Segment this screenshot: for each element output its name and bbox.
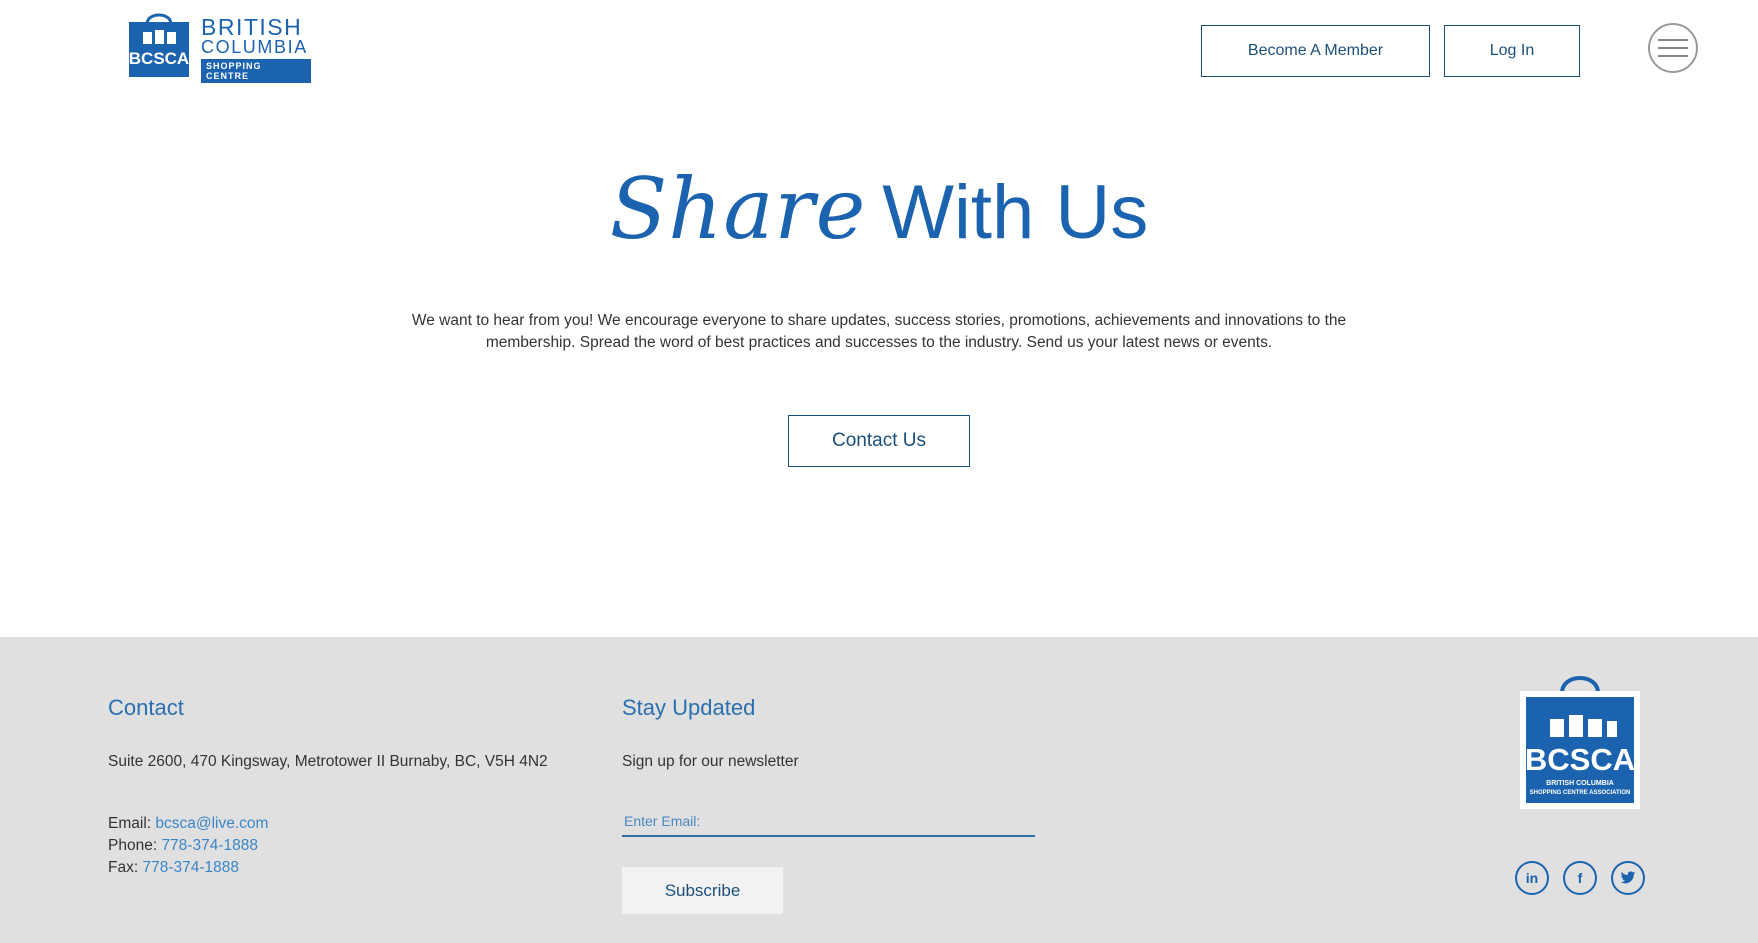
page-title: Share With Us (0, 160, 1758, 258)
logo-line-columbia: COLUMBIA (201, 37, 308, 57)
newsletter-text: Sign up for our newsletter (622, 753, 799, 770)
contact-us-button[interactable]: Contact Us (788, 415, 970, 467)
phone-label: Phone: (108, 837, 162, 854)
linkedin-icon[interactable]: in (1515, 861, 1549, 895)
phone-link[interactable]: 778-374-1888 (161, 837, 258, 854)
stay-updated-heading: Stay Updated (622, 695, 756, 720)
fax-line: Fax: 778-374-1888 (108, 857, 268, 879)
logo-line-british: BRITISH (201, 14, 303, 40)
linkedin-glyph: in (1525, 870, 1539, 886)
twitter-bird-icon (1620, 871, 1636, 884)
title-script-word: Share (609, 160, 867, 258)
hamburger-icon[interactable] (1648, 23, 1698, 73)
twitter-icon[interactable] (1611, 861, 1645, 895)
phone-line: Phone: 778-374-1888 (108, 835, 268, 857)
svg-text:SHOPPING CENTRE ASSOCIATION: SHOPPING CENTRE ASSOCIATION (1530, 790, 1631, 796)
contact-details: Email: bcsca@live.com Phone: 778-374-188… (108, 813, 268, 879)
login-button[interactable]: Log In (1444, 25, 1580, 77)
svg-text:BRITISH COLUMBIA: BRITISH COLUMBIA (1546, 780, 1614, 787)
subscribe-button[interactable]: Subscribe (622, 867, 783, 914)
logo-line-shopping-centre: SHOPPING CENTRE (201, 59, 311, 83)
menu-line (1658, 47, 1688, 49)
bcsca-badge-logo: BCSCA BRITISH COLUMBIA SHOPPING CENTRE A… (1512, 675, 1648, 811)
email-label: Email: (108, 815, 156, 832)
title-plain-words: With Us (882, 170, 1149, 255)
contact-heading: Contact (108, 695, 184, 720)
svg-text:BCSCA: BCSCA (129, 49, 189, 68)
contact-address: Suite 2600, 470 Kingsway, Metrotower II … (108, 753, 548, 770)
site-footer: Contact Suite 2600, 470 Kingsway, Metrot… (0, 637, 1758, 943)
fax-link[interactable]: 778-374-1888 (142, 859, 239, 876)
menu-line (1658, 55, 1688, 57)
email-link[interactable]: bcsca@live.com (155, 815, 268, 832)
site-logo[interactable]: BCSCA BRITISH COLUMBIA SHOPPING CENTRE (127, 10, 311, 83)
shopping-bag-logo-icon: BCSCA (127, 10, 191, 77)
newsletter-email-input[interactable] (622, 807, 1035, 837)
email-line: Email: bcsca@live.com (108, 813, 268, 835)
svg-text:BCSCA: BCSCA (1525, 742, 1635, 777)
fax-label: Fax: (108, 859, 143, 876)
site-header: BCSCA BRITISH COLUMBIA SHOPPING CENTRE B… (0, 0, 1758, 100)
menu-line (1658, 39, 1688, 41)
logo-wordmark: BRITISH COLUMBIA SHOPPING CENTRE (201, 16, 311, 84)
become-member-button[interactable]: Become A Member (1201, 25, 1430, 77)
facebook-glyph: f (1577, 870, 1583, 886)
intro-paragraph: We want to hear from you! We encourage e… (411, 312, 1347, 351)
facebook-icon[interactable]: f (1563, 861, 1597, 895)
